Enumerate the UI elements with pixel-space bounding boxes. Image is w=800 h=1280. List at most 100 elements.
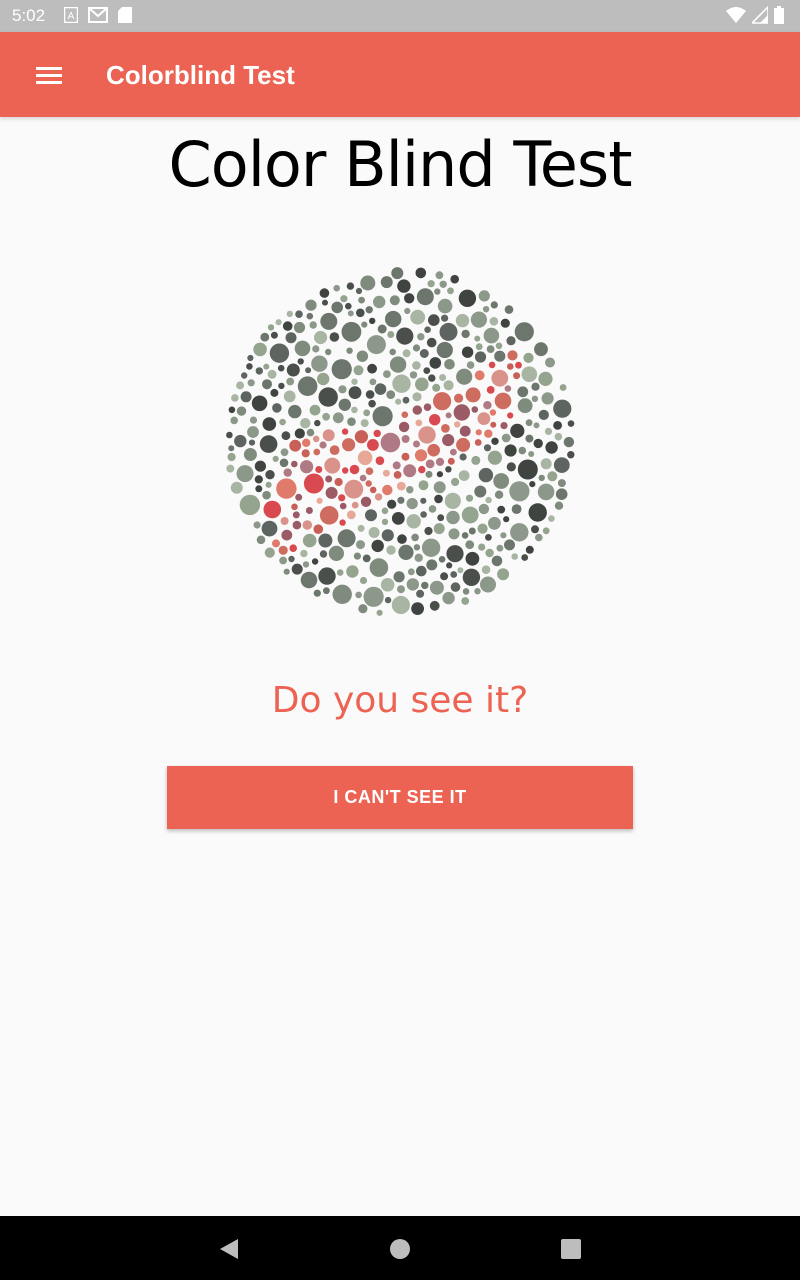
plate-dot bbox=[351, 406, 358, 414]
plate-dot bbox=[369, 317, 376, 325]
plate-dot bbox=[401, 435, 410, 443]
plate-dot bbox=[374, 493, 383, 501]
plate-dot bbox=[288, 555, 295, 563]
plate-dot bbox=[538, 474, 545, 482]
plate-dot bbox=[461, 329, 470, 339]
plate-dot bbox=[402, 349, 411, 358]
plate-dot bbox=[365, 509, 377, 522]
plate-dot bbox=[333, 284, 340, 292]
plate-dot bbox=[346, 282, 355, 290]
recents-button[interactable] bbox=[556, 1234, 586, 1264]
plate-dot bbox=[441, 314, 449, 322]
plate-dot bbox=[329, 445, 340, 455]
plate-dot bbox=[302, 533, 317, 548]
plate-dot bbox=[228, 445, 235, 452]
plate-dot bbox=[261, 520, 278, 537]
plate-dot bbox=[365, 467, 374, 475]
status-time: 5:02 bbox=[12, 6, 46, 25]
status-icons-left: A bbox=[64, 7, 132, 23]
plate-dot bbox=[485, 534, 492, 541]
plate-dot bbox=[554, 432, 563, 441]
plate-dot bbox=[283, 468, 292, 477]
menu-button[interactable] bbox=[24, 54, 72, 96]
plate-dot bbox=[489, 317, 499, 326]
plate-dot bbox=[272, 539, 280, 548]
home-button[interactable] bbox=[385, 1234, 415, 1264]
plate-dot bbox=[291, 503, 298, 511]
plate-dot bbox=[535, 533, 543, 542]
plate-dot bbox=[471, 455, 481, 465]
a-notification-icon: A bbox=[64, 7, 78, 23]
plate-dot bbox=[358, 296, 365, 304]
plate-dot bbox=[442, 591, 455, 605]
plate-dot bbox=[365, 306, 373, 314]
plate-dot bbox=[478, 503, 490, 515]
plate-dot bbox=[297, 376, 318, 396]
plate-dot bbox=[377, 324, 387, 334]
plate-dot bbox=[419, 349, 429, 358]
plate-dot bbox=[429, 357, 442, 369]
plate-dot bbox=[320, 312, 338, 330]
plate-dot bbox=[359, 576, 368, 585]
plate-dot bbox=[236, 381, 245, 390]
plate-dot bbox=[415, 267, 427, 279]
plate-dot bbox=[372, 406, 393, 427]
plate-dot bbox=[351, 501, 359, 509]
plate-dot bbox=[531, 382, 540, 391]
plate-dot bbox=[341, 428, 349, 435]
plate-dot bbox=[385, 310, 402, 328]
plate-dot bbox=[474, 370, 485, 381]
plate-dot bbox=[286, 377, 295, 386]
plate-dot bbox=[322, 412, 330, 421]
plate-dot bbox=[428, 505, 437, 513]
plate-dot bbox=[406, 498, 418, 510]
plate-dot bbox=[243, 448, 257, 461]
plate-dot bbox=[434, 288, 441, 295]
plate-dot bbox=[454, 393, 464, 403]
plate-dot bbox=[230, 416, 238, 425]
plate-dot bbox=[440, 572, 449, 581]
cant-see-button[interactable]: I CAN'T SEE IT bbox=[167, 766, 633, 829]
plate-dot bbox=[256, 535, 266, 545]
plate-dot bbox=[504, 305, 514, 314]
plate-dot bbox=[347, 310, 354, 317]
plate-dot bbox=[280, 448, 289, 457]
plate-dot bbox=[474, 335, 481, 342]
plate-dot bbox=[511, 504, 522, 514]
plate-dot bbox=[403, 464, 417, 478]
plate-dot bbox=[413, 440, 420, 448]
plate-dot bbox=[314, 419, 321, 427]
plate-dot bbox=[434, 494, 443, 504]
plate-dot bbox=[416, 589, 425, 598]
plate-dot bbox=[466, 361, 475, 369]
back-button[interactable] bbox=[214, 1234, 244, 1264]
plate-dot bbox=[474, 485, 487, 498]
plate-dot bbox=[267, 369, 277, 379]
plate-dot bbox=[381, 507, 389, 515]
plate-dot bbox=[454, 421, 461, 428]
plate-dot bbox=[528, 503, 547, 522]
plate-dot bbox=[490, 301, 498, 309]
plate-dot bbox=[432, 383, 441, 392]
plate-dot bbox=[436, 471, 443, 478]
plate-dot bbox=[301, 449, 310, 458]
plate-dot bbox=[456, 368, 473, 385]
plate-dot bbox=[461, 506, 479, 524]
plate-dot bbox=[468, 527, 476, 535]
plate-dot bbox=[398, 421, 410, 433]
plate-dot bbox=[396, 481, 406, 491]
plate-dot bbox=[436, 341, 453, 359]
plate-dot bbox=[336, 569, 344, 576]
plate-dot bbox=[544, 427, 553, 435]
plate-dot bbox=[300, 418, 311, 429]
plate-dot bbox=[389, 295, 400, 306]
plate-dot bbox=[555, 488, 568, 500]
plate-dot bbox=[346, 565, 359, 578]
plate-dot bbox=[374, 383, 387, 395]
plate-dot bbox=[337, 529, 356, 548]
plate-dot bbox=[384, 596, 392, 604]
plate-dot bbox=[439, 322, 458, 341]
plate-dot bbox=[314, 330, 328, 345]
plate-dot bbox=[305, 507, 313, 514]
plate-dot bbox=[263, 363, 270, 370]
